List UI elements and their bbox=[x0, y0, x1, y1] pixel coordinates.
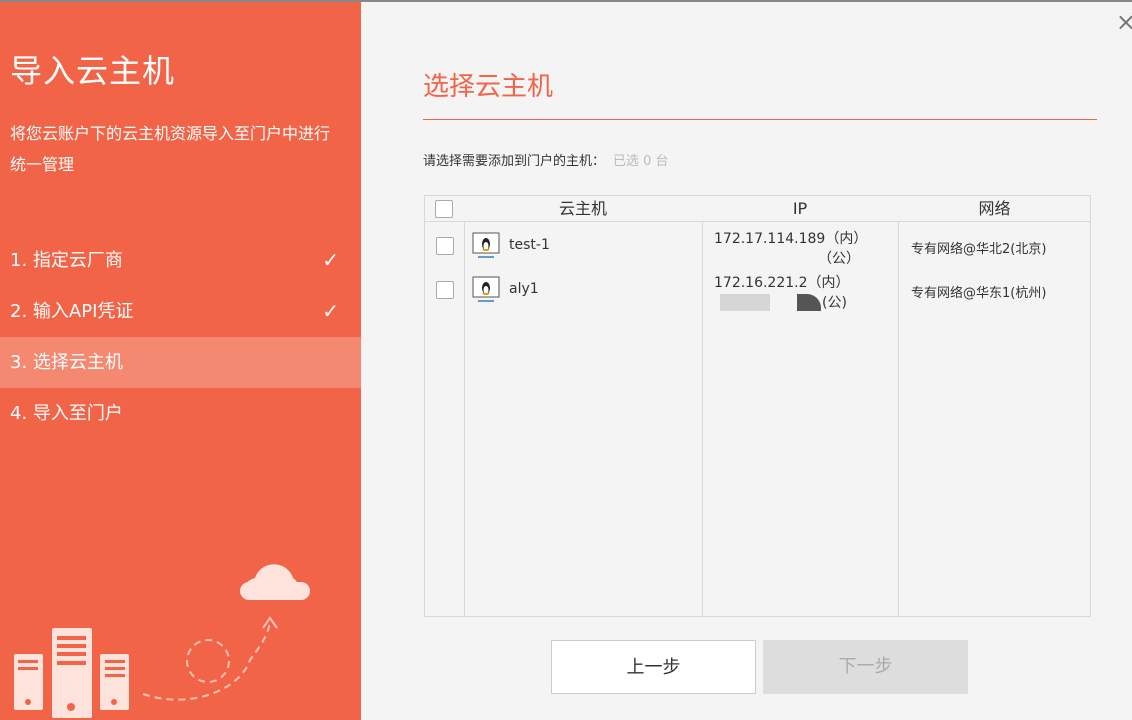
step-label: 2. 输入API凭证 bbox=[10, 301, 133, 322]
next-step-button[interactable]: 下一步 bbox=[763, 640, 968, 694]
public-ip: (公) bbox=[822, 292, 847, 312]
hint-text: 请选择需要添加到门户的主机： bbox=[423, 154, 605, 169]
table-header: 云主机 IP 网络 bbox=[425, 196, 1090, 222]
header-ip: IP bbox=[702, 196, 898, 222]
previous-step-button[interactable]: 上一步 bbox=[551, 640, 756, 694]
network: 专有网络@华北2(北京) bbox=[911, 238, 1046, 257]
page-title: 选择云主机 bbox=[423, 66, 553, 103]
server-to-cloud-illustration bbox=[0, 530, 361, 720]
select-all-checkbox[interactable] bbox=[435, 200, 453, 218]
title-divider bbox=[423, 119, 1097, 120]
step-2: 2. 输入API凭证 ✓ bbox=[0, 286, 361, 337]
private-ip: 172.16.221.2（内） bbox=[714, 272, 850, 292]
row-checkbox[interactable] bbox=[436, 281, 454, 299]
row-checkbox[interactable] bbox=[436, 237, 454, 255]
main-panel: × 选择云主机 请选择需要添加到门户的主机： 已选 0 台 云主机 IP 网络 t… bbox=[361, 2, 1132, 720]
close-icon[interactable]: × bbox=[1116, 8, 1132, 36]
selected-count: 已选 0 台 bbox=[613, 154, 669, 169]
step-label: 3. 选择云主机 bbox=[10, 352, 123, 373]
table-row: test-1 172.17.114.189（内） （公） 专有网络@华北2(北京… bbox=[425, 224, 1090, 268]
step-label: 4. 导入至门户 bbox=[10, 403, 123, 424]
redacted-block bbox=[720, 294, 770, 311]
sidebar-description: 将您云账户下的云主机资源导入至门户中进行统一管理 bbox=[10, 118, 330, 180]
host-name: aly1 bbox=[509, 281, 539, 297]
step-label: 1. 指定云厂商 bbox=[10, 250, 123, 271]
linux-vm-icon bbox=[472, 232, 500, 260]
host-name: test-1 bbox=[509, 237, 550, 253]
check-icon: ✓ bbox=[322, 235, 339, 286]
header-host: 云主机 bbox=[464, 196, 702, 222]
host-table: 云主机 IP 网络 test-1 172.17.114.189（内） （公） 专… bbox=[424, 195, 1091, 617]
step-4: 4. 导入至门户 bbox=[0, 388, 361, 439]
sidebar-title: 导入云主机 bbox=[10, 46, 175, 92]
header-network: 网络 bbox=[898, 196, 1091, 222]
network: 专有网络@华东1(杭州) bbox=[911, 282, 1046, 301]
public-ip: （公） bbox=[818, 248, 860, 268]
step-1: 1. 指定云厂商 ✓ bbox=[0, 235, 361, 286]
linux-vm-icon bbox=[472, 276, 500, 304]
redacted-block bbox=[797, 294, 821, 311]
table-row: aly1 172.16.221.2（内） (公) 专有网络@华东1(杭州) bbox=[425, 268, 1090, 312]
private-ip: 172.17.114.189（内） bbox=[714, 228, 867, 248]
check-icon: ✓ bbox=[322, 286, 339, 337]
wizard-sidebar: 导入云主机 将您云账户下的云主机资源导入至门户中进行统一管理 1. 指定云厂商 ✓… bbox=[0, 2, 361, 720]
step-3: 3. 选择云主机 bbox=[0, 337, 361, 388]
selection-hint: 请选择需要添加到门户的主机： 已选 0 台 bbox=[423, 150, 669, 169]
